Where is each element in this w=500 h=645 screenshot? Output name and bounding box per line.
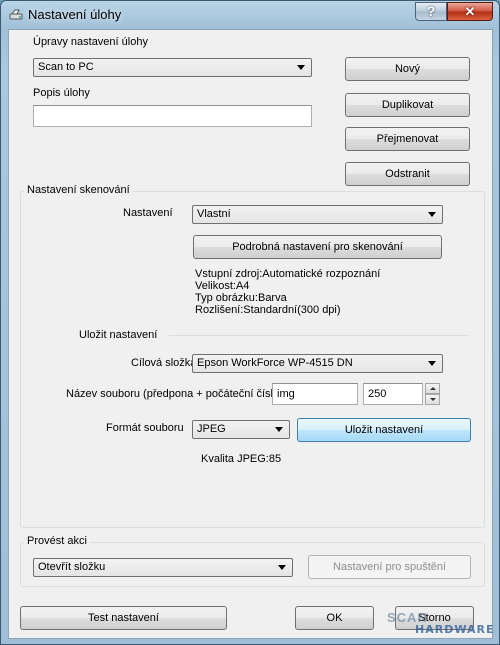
ok-button[interactable]: OK (295, 606, 374, 630)
save-settings-button[interactable]: Uložit nastavení (297, 418, 471, 442)
scanner-app-icon (9, 9, 23, 20)
target-folder-label: Cílová složka (131, 357, 197, 369)
scan-info-source: Vstupní zdroj:Automatické rozpoznání (195, 268, 381, 280)
filename-label: Název souboru (předpona + počáteční čísl… (66, 388, 283, 400)
action-select-value: Otevřít složku (38, 561, 106, 573)
chevron-down-icon (297, 65, 305, 70)
action-group-title: Provést akci (24, 535, 90, 547)
arrow-up-icon (430, 387, 436, 390)
dialog-window: Nastavení úlohy ? ✕ Úpravy nastavení úlo… (0, 0, 500, 645)
task-section-label: Úpravy nastavení úlohy (33, 36, 148, 48)
scan-settings-group-title: Nastavení skenování (24, 184, 133, 196)
chevron-down-icon (278, 565, 286, 570)
save-settings-divider (169, 335, 469, 336)
target-folder-select-value: Epson WorkForce WP-4515 DN (197, 357, 353, 369)
dialog-client-area: Úpravy nastavení úlohy Scan to PC Popis … (8, 29, 493, 639)
scan-info-image-type: Typ obrázku:Barva (195, 292, 287, 304)
help-button[interactable]: ? (415, 2, 447, 21)
scan-info-resolution: Rozlišení:Standardní(300 dpi) (195, 304, 341, 316)
action-select[interactable]: Otevřít složku (33, 558, 293, 577)
new-task-button[interactable]: Nový (345, 57, 470, 81)
window-title: Nastavení úlohy (28, 7, 122, 22)
scan-settings-select-value: Vlastní (197, 208, 231, 220)
arrow-down-icon (430, 398, 436, 401)
description-input[interactable] (33, 105, 312, 127)
launch-settings-button[interactable]: Nastavení pro spuštění (308, 555, 471, 579)
file-format-select[interactable]: JPEG (192, 420, 290, 439)
description-label: Popis úlohy (33, 87, 90, 99)
file-format-label: Formát souboru (106, 422, 184, 434)
test-settings-button[interactable]: Test nastavení (20, 606, 227, 630)
delete-task-button[interactable]: Odstranit (345, 162, 470, 186)
chevron-down-icon (428, 361, 436, 366)
file-format-select-value: JPEG (197, 423, 226, 435)
filename-start-number-input[interactable]: 250 (363, 383, 423, 405)
filename-prefix-input[interactable]: img (272, 383, 358, 405)
task-select-value: Scan to PC (38, 61, 94, 73)
scan-settings-label: Nastavení (123, 207, 173, 219)
filename-start-number-spinner[interactable] (425, 383, 440, 405)
task-select[interactable]: Scan to PC (33, 58, 312, 77)
watermark-line2: HARDWARE (415, 623, 495, 636)
spin-up-button[interactable] (425, 383, 440, 394)
chevron-down-icon (275, 427, 283, 432)
jpeg-quality-text: Kvalita JPEG:85 (201, 453, 282, 465)
detailed-scan-settings-button[interactable]: Podrobná nastavení pro skenování (193, 235, 442, 259)
title-bar[interactable]: Nastavení úlohy ? ✕ (1, 1, 499, 29)
rename-task-button[interactable]: Přejmenovat (345, 127, 470, 151)
spin-down-button[interactable] (425, 394, 440, 405)
scan-settings-select[interactable]: Vlastní (192, 205, 443, 224)
duplicate-task-button[interactable]: Duplikovat (345, 93, 470, 117)
scan-info-size: Velikost:A4 (195, 280, 250, 292)
close-button[interactable]: ✕ (447, 2, 493, 21)
chevron-down-icon (428, 212, 436, 217)
target-folder-select[interactable]: Epson WorkForce WP-4515 DN (192, 354, 443, 373)
watermark-logo: SCAN HARDWARE (379, 610, 497, 640)
save-settings-section-label: Uložit nastavení (79, 329, 158, 341)
